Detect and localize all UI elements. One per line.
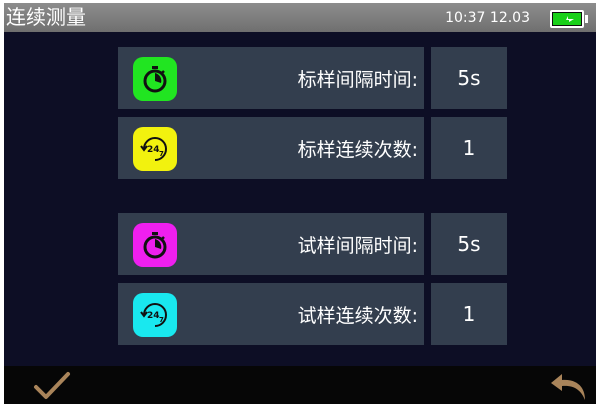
stopwatch-icon [133, 223, 177, 267]
status-time: 10:37 [445, 10, 486, 26]
24-7-cycle-icon: 24 7 [133, 293, 177, 337]
sample-interval-label: 试样间隔时间: [297, 234, 418, 257]
standard-interval-value[interactable]: 5s [431, 47, 507, 109]
confirm-button[interactable] [32, 370, 72, 402]
standard-count-label: 标样连续次数: [297, 138, 418, 161]
svg-text:7: 7 [159, 316, 164, 324]
svg-text:7: 7 [159, 150, 164, 158]
charging-bolt-icon [560, 16, 574, 22]
standard-interval-row[interactable]: 标样间隔时间: [118, 47, 424, 109]
status-clock: 10:37 12.03 [445, 9, 530, 27]
status-date: 12.03 [489, 10, 530, 26]
sample-count-row[interactable]: 24 7 试样连续次数: [118, 283, 424, 345]
24-7-cycle-icon: 24 7 [133, 127, 177, 171]
page-title: 连续测量 [6, 5, 86, 29]
standard-count-value[interactable]: 1 [431, 117, 507, 179]
standard-interval-label: 标样间隔时间: [297, 68, 418, 91]
battery-tip [585, 15, 588, 23]
sample-interval-row[interactable]: 试样间隔时间: [118, 213, 424, 275]
svg-text:24: 24 [147, 145, 160, 155]
return-arrow-icon [551, 374, 585, 400]
standard-count-row[interactable]: 24 7 标样连续次数: [118, 117, 424, 179]
title-bar: 连续测量 10:37 12.03 [4, 3, 596, 32]
back-button[interactable] [548, 370, 590, 402]
stopwatch-icon [133, 57, 177, 101]
sample-interval-value[interactable]: 5s [431, 213, 507, 275]
sample-count-value[interactable]: 1 [431, 283, 507, 345]
bottom-bar [4, 366, 596, 404]
checkmark-icon [34, 372, 70, 399]
sample-count-label: 试样连续次数: [297, 304, 418, 327]
continuous-measurement-screen: 连续测量 10:37 12.03 标样间隔时间: 5s 24 7 标样连续次数:… [4, 3, 596, 404]
svg-text:24: 24 [147, 311, 160, 321]
battery-charging-icon [550, 10, 588, 28]
